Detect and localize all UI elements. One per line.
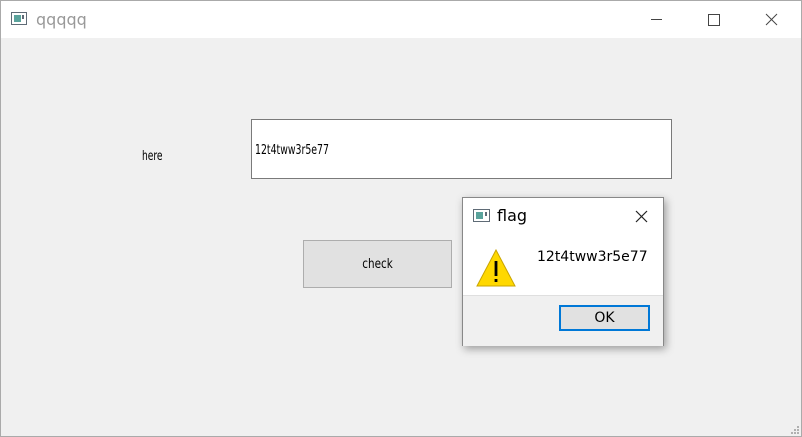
ok-button-label: OK [594,310,615,326]
title-bar[interactable]: qqqqq [1,1,801,38]
window-title: qqqqq [36,10,87,29]
dialog-title: flag [497,206,528,225]
close-button[interactable] [748,1,794,38]
flag-input[interactable]: 12t4tww3r5e77 [251,119,672,179]
dialog-close-button[interactable] [631,205,653,227]
flag-input-value: 12t4tww3r5e77 [255,143,329,158]
app-window-icon [11,12,27,25]
maximize-icon [708,14,720,26]
input-label: here [142,149,163,164]
warning-icon [476,248,516,287]
close-icon [765,13,778,26]
dialog-message: 12t4tww3r5e77 [537,249,648,265]
minimize-icon [651,19,662,20]
dialog-footer: OK [463,295,663,346]
close-icon [635,210,648,223]
message-dialog: flag 12t4tww3r5e77 OK [462,197,664,346]
dialog-app-icon [473,209,490,222]
resize-grip-icon[interactable] [791,426,799,434]
maximize-button[interactable] [690,1,736,38]
check-button[interactable]: check [303,240,452,288]
ok-button[interactable]: OK [559,305,650,331]
main-window: qqqqq here 12t4tww3r5e77 check flag 12t4… [0,0,802,437]
minimize-button[interactable] [633,1,679,38]
check-button-label: check [362,257,393,272]
